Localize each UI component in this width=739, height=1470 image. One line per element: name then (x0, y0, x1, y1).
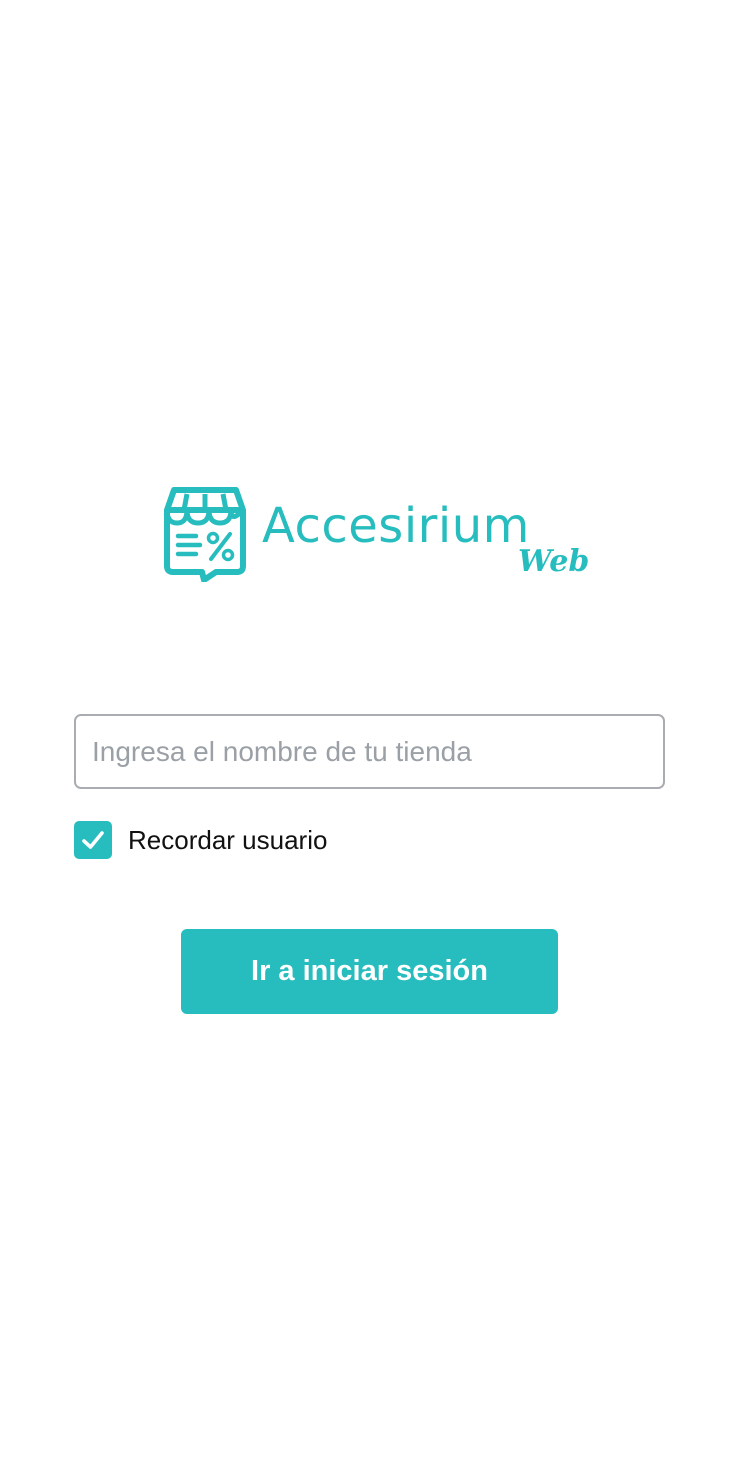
remember-user-checkbox[interactable] (74, 821, 112, 859)
store-name-input[interactable] (74, 714, 665, 789)
login-screen: Accesirium Web Recordar usuario Ir a ini… (0, 0, 739, 1470)
remember-user-toggle[interactable]: Recordar usuario (74, 821, 327, 859)
brand-subname: Web (518, 544, 590, 579)
brand-logo: Accesirium Web (164, 486, 589, 586)
brand-name: Accesirium (262, 498, 530, 554)
store-percent-icon (164, 487, 246, 582)
remember-user-label: Recordar usuario (128, 824, 328, 855)
checkmark-icon (82, 831, 104, 849)
go-to-login-button[interactable]: Ir a iniciar sesión (181, 929, 558, 1014)
